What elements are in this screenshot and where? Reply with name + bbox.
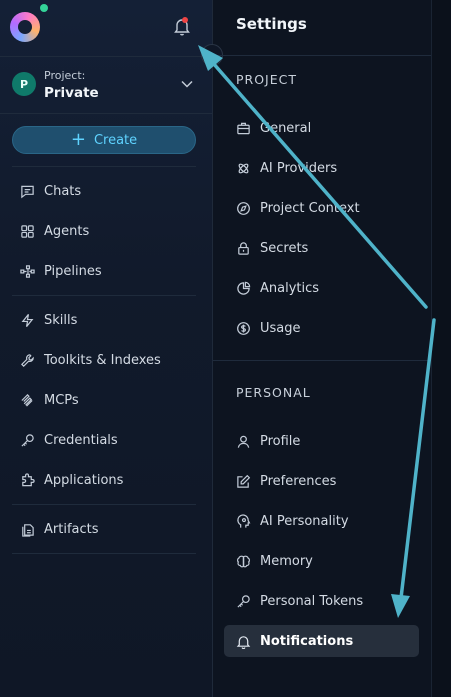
- compass-icon: [237, 201, 250, 215]
- app-logo[interactable]: [10, 12, 40, 42]
- divider: [12, 504, 196, 505]
- sidebar-item-skills[interactable]: Skills: [0, 305, 212, 335]
- project-avatar: P: [12, 72, 36, 96]
- providers-icon: [238, 163, 249, 173]
- online-status-dot: [40, 4, 48, 12]
- section-heading-personal: PERSONAL: [236, 385, 311, 400]
- settings-item-analytics[interactable]: Analytics: [224, 272, 419, 304]
- pipeline-icon: [20, 264, 35, 278]
- briefcase-icon: [237, 122, 250, 134]
- key-icon: [237, 594, 250, 608]
- mcp-icon: [21, 393, 33, 407]
- settings-item-secrets[interactable]: Secrets: [224, 232, 419, 264]
- notification-badge: [182, 17, 188, 23]
- user-icon: [237, 435, 250, 448]
- sidebar: P Project: Private + Create Chats Agents: [0, 0, 213, 697]
- settings-item-label: Preferences: [260, 473, 337, 489]
- annotation-arrow-to-bell: [211, 61, 428, 309]
- sidebar-item-label: Artifacts: [44, 521, 99, 537]
- settings-item-label: Usage: [260, 320, 301, 336]
- sidebar-item-label: Agents: [44, 223, 90, 239]
- divider: [12, 295, 196, 296]
- sidebar-item-label: Pipelines: [44, 263, 102, 279]
- settings-item-notifications[interactable]: Notifications: [224, 625, 419, 657]
- settings-item-ai-providers[interactable]: AI Providers: [224, 152, 419, 184]
- settings-item-project-context[interactable]: Project Context: [224, 192, 419, 224]
- settings-item-general[interactable]: General: [224, 112, 419, 144]
- divider: [213, 55, 431, 56]
- settings-item-label: Project Context: [260, 200, 360, 216]
- settings-item-profile[interactable]: Profile: [224, 425, 419, 457]
- settings-item-ai-personality[interactable]: AI Personality: [224, 505, 419, 537]
- sidebar-item-label: Toolkits & Indexes: [44, 352, 161, 368]
- settings-item-preferences[interactable]: Preferences: [224, 465, 419, 497]
- key-icon: [21, 433, 34, 447]
- sidebar-item-pipelines[interactable]: Pipelines: [0, 256, 212, 286]
- files-icon: [22, 523, 34, 537]
- sidebar-item-applications[interactable]: Applications: [0, 465, 212, 495]
- settings-item-label: Notifications: [260, 633, 354, 649]
- divider: [12, 553, 196, 554]
- sidebar-item-mcps[interactable]: MCPs: [0, 385, 212, 415]
- settings-item-label: Analytics: [260, 280, 320, 296]
- dollar-icon: [237, 321, 250, 335]
- chevron-down-icon: [181, 80, 193, 88]
- create-label: Create: [93, 132, 138, 148]
- edit-icon: [237, 474, 251, 488]
- page-title: Settings: [236, 15, 307, 33]
- settings-item-personal-tokens[interactable]: Personal Tokens: [224, 585, 419, 617]
- settings-item-memory[interactable]: Memory: [224, 545, 419, 577]
- sidebar-item-agents[interactable]: Agents: [0, 216, 212, 246]
- section-heading-project: PROJECT: [236, 72, 298, 87]
- brain-icon: [236, 555, 251, 567]
- divider: [213, 360, 431, 361]
- ai-head-icon: [237, 513, 251, 528]
- sidebar-item-label: Skills: [44, 312, 78, 328]
- main-content-edge: [431, 0, 451, 697]
- sidebar-item-label: Applications: [44, 472, 124, 488]
- bell-icon: [236, 635, 251, 649]
- settings-item-usage[interactable]: Usage: [224, 312, 419, 344]
- project-label: Project:: [44, 69, 86, 82]
- project-selector[interactable]: P Project: Private: [0, 57, 212, 113]
- settings-item-label: Memory: [260, 553, 313, 569]
- create-button[interactable]: + Create: [12, 126, 196, 154]
- grid-icon: [21, 224, 34, 238]
- project-name: Private: [44, 85, 99, 101]
- settings-item-label: Personal Tokens: [260, 593, 364, 609]
- analytics-icon: [237, 281, 251, 295]
- settings-item-label: General: [260, 120, 312, 136]
- lightning-icon: [21, 313, 34, 327]
- sidebar-item-credentials[interactable]: Credentials: [0, 425, 212, 455]
- settings-item-label: Profile: [260, 433, 301, 449]
- wrench-icon: [21, 353, 34, 367]
- lock-icon: [238, 241, 249, 255]
- sidebar-item-label: MCPs: [44, 392, 79, 408]
- chat-icon: [21, 185, 34, 198]
- sidebar-item-label: Credentials: [44, 432, 118, 448]
- divider: [12, 166, 196, 167]
- sidebar-item-label: Chats: [44, 183, 82, 199]
- divider: [0, 113, 212, 114]
- sidebar-item-artifacts[interactable]: Artifacts: [0, 514, 212, 544]
- sidebar-item-chats[interactable]: Chats: [0, 176, 212, 206]
- plus-icon: +: [70, 129, 86, 150]
- sidebar-item-toolkits-indexes[interactable]: Toolkits & Indexes: [0, 345, 212, 375]
- settings-item-label: AI Providers: [260, 160, 338, 176]
- settings-item-label: Secrets: [260, 240, 309, 256]
- settings-item-label: AI Personality: [260, 513, 349, 529]
- puzzle-icon: [22, 472, 35, 486]
